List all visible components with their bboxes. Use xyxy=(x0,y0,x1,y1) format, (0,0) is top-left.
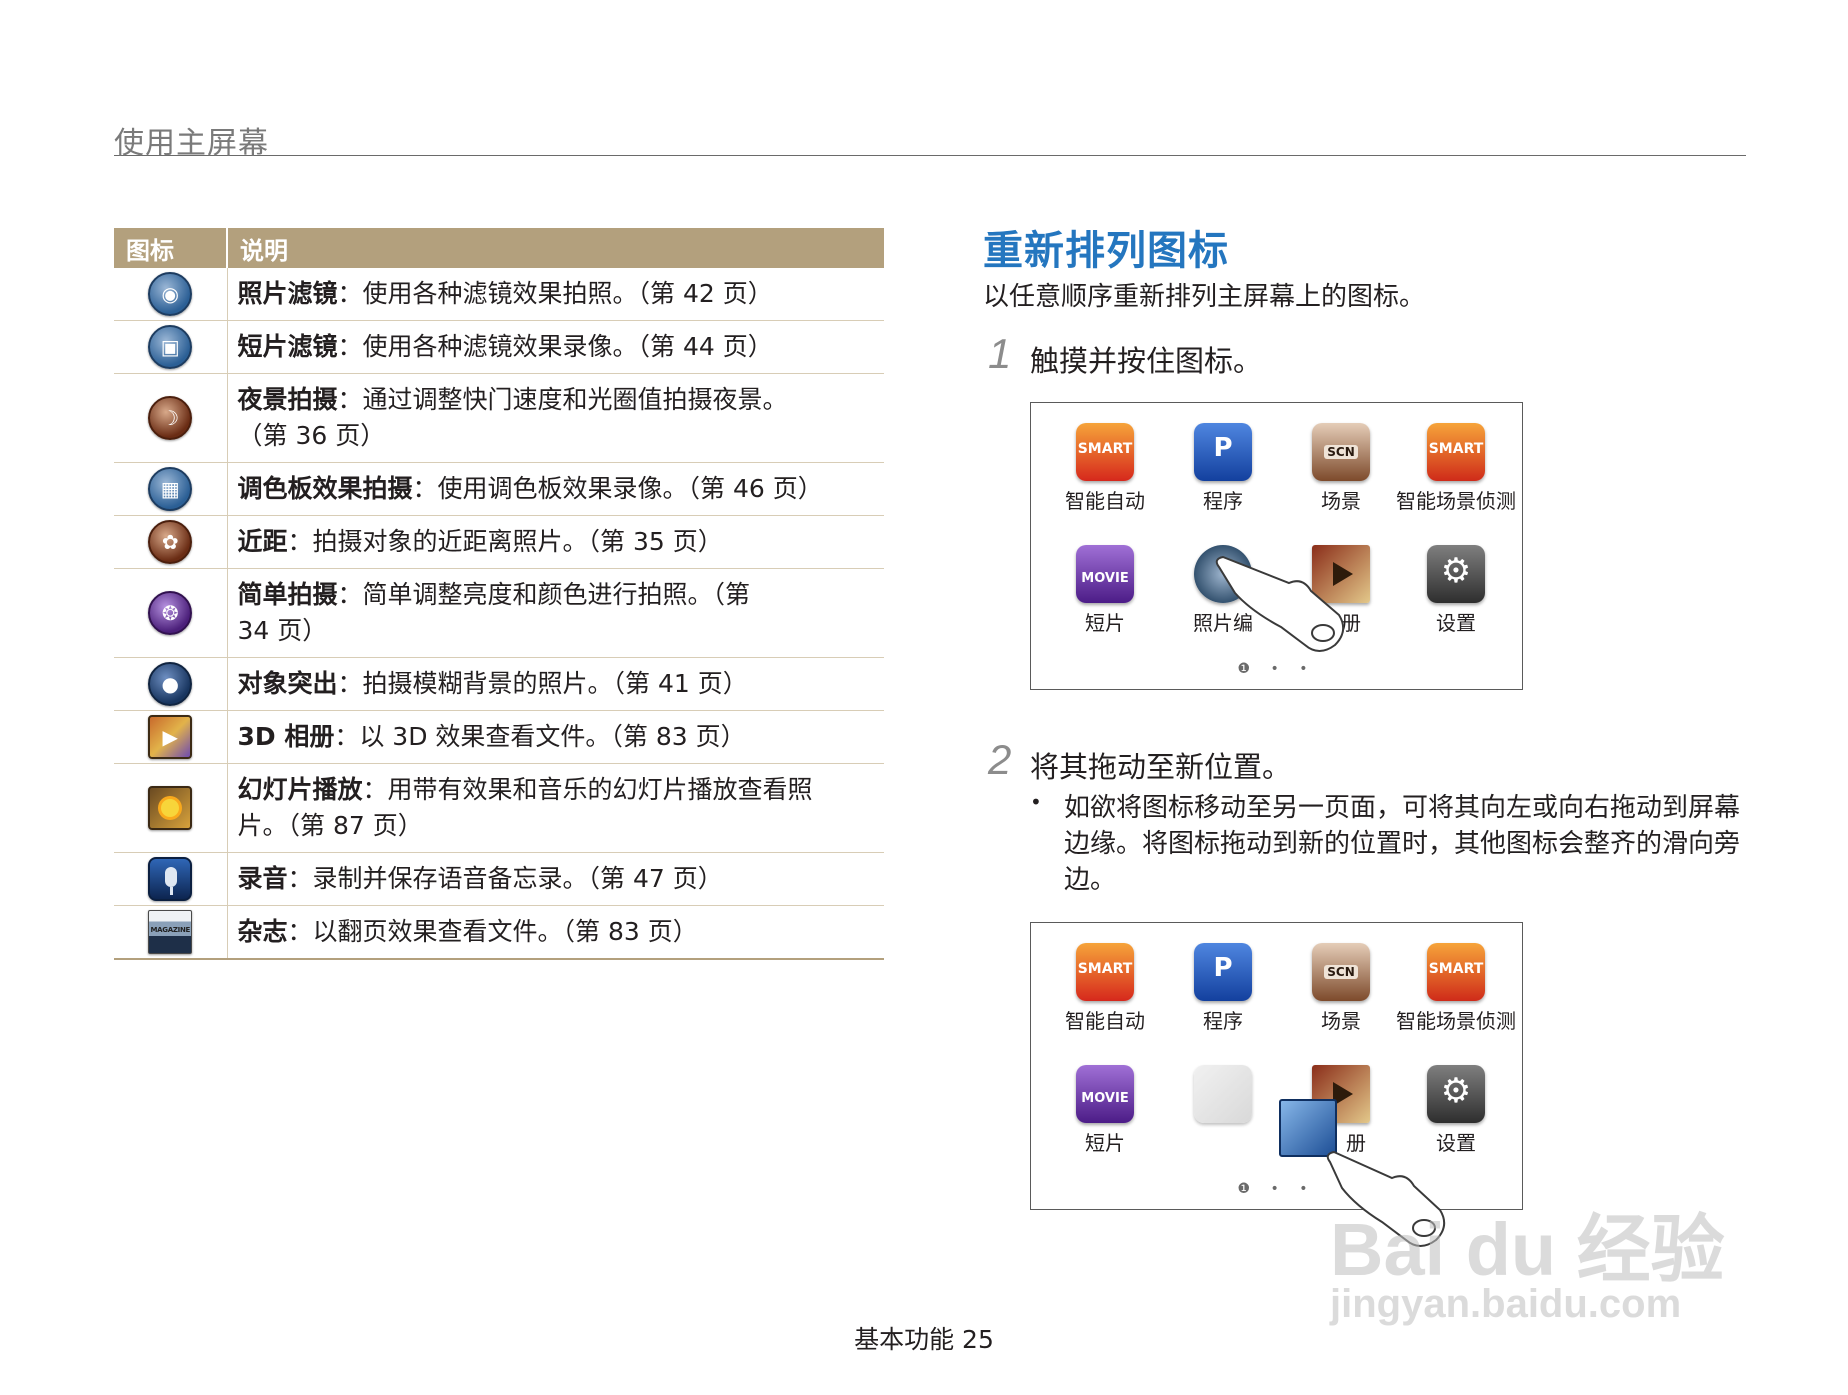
easy-shot-icon: ❂ xyxy=(148,591,193,635)
table-header-row: 图标 说明 xyxy=(114,228,884,268)
row-name: 调色板效果拍摄 xyxy=(237,474,413,503)
app-smart-scene[interactable]: SMART 智能场景侦测 xyxy=(1396,423,1516,514)
palette-effect-icon: ▦ xyxy=(148,467,193,511)
table-row: ● 对象突出：拍摄模糊背景的照片。（第 41 页） xyxy=(114,657,884,711)
row-name: 幻灯片播放 xyxy=(237,775,363,804)
row-name: 照片滤镜 xyxy=(237,279,338,308)
smart-scene-icon: SMART xyxy=(1427,943,1485,1001)
app-settings[interactable]: ⚙ 设置 xyxy=(1396,545,1516,636)
3d-album-icon: ▶ xyxy=(148,715,193,759)
home-screen-step-1: SMART 智能自动 P 程序 SCN 场景 SMART 智能场景侦测 MOVI… xyxy=(1030,402,1523,690)
row-desc: ：拍摄对象的近距离照片。（第 35 页） xyxy=(287,527,723,556)
row-name: 夜景拍摄 xyxy=(237,385,338,414)
section-intro: 以任意顺序重新排列主屏幕上的图标。 xyxy=(983,282,1426,312)
row-desc: ：使用各种滤镜效果拍照。（第 42 页） xyxy=(337,279,773,308)
row-name: 近距 xyxy=(237,527,288,556)
table-row: 幻灯片播放：用带有效果和音乐的幻灯片播放查看照片。（第 87 页） xyxy=(114,763,884,853)
page-header: 使用主屏幕 xyxy=(114,118,1746,161)
table-row: 录音：录制并保存语音备忘录。（第 47 页） xyxy=(114,852,884,906)
table-row: ◉ 照片滤镜：使用各种滤镜效果拍照。（第 42 页） xyxy=(114,268,884,321)
bullet-marker: • xyxy=(1030,790,1042,814)
app-smart-auto[interactable]: SMART 智能自动 xyxy=(1045,423,1165,514)
app-program[interactable]: P 程序 xyxy=(1163,943,1283,1034)
table-row: MAGAZINE 杂志：以翻页效果查看文件。（第 83 页） xyxy=(114,905,884,960)
section-title: 重新排列图标 xyxy=(983,228,1229,274)
settings-icon: ⚙ xyxy=(1427,1065,1485,1123)
row-name: 对象突出 xyxy=(237,669,338,698)
touch-hand-icon xyxy=(1215,555,1345,652)
row-desc: ：以 3D 效果查看文件。（第 83 页） xyxy=(334,722,746,751)
row-name: 录音 xyxy=(237,864,288,893)
row-name: 杂志 xyxy=(237,917,288,946)
column-header-description: 说明 xyxy=(227,228,884,268)
row-desc: ：使用调色板效果录像。（第 46 页） xyxy=(412,474,823,503)
movie-filter-icon: ▣ xyxy=(148,325,193,369)
scene-icon: SCN xyxy=(1312,423,1370,481)
row-name: 短片滤镜 xyxy=(237,332,338,361)
program-icon: P xyxy=(1194,943,1252,1001)
table-row: ✿ 近距：拍摄对象的近距离照片。（第 35 页） xyxy=(114,515,884,569)
table-row: ▣ 短片滤镜：使用各种滤镜效果录像。（第 44 页） xyxy=(114,320,884,374)
row-desc: ：使用各种滤镜效果录像。（第 44 页） xyxy=(337,332,773,361)
app-scene[interactable]: SCN 场景 xyxy=(1281,423,1401,514)
app-scene[interactable]: SCN 场景 xyxy=(1281,943,1401,1034)
table-row: ▶ 3D 相册：以 3D 效果查看文件。（第 83 页） xyxy=(114,710,884,764)
movie-icon: MOVIE xyxy=(1076,545,1134,603)
table-row: ☽ 夜景拍摄：通过调整快门速度和光圈值拍摄夜景。（第 36 页） xyxy=(114,373,884,463)
close-up-icon: ✿ xyxy=(148,520,193,564)
app-movie[interactable]: MOVIE 短片 xyxy=(1045,1065,1165,1156)
scene-icon: SCN xyxy=(1312,943,1370,1001)
magazine-icon: MAGAZINE xyxy=(148,910,193,954)
step-2-text: 将其拖动至新位置。 xyxy=(1030,750,1292,784)
icon-table: 图标 说明 ◉ 照片滤镜：使用各种滤镜效果拍照。（第 42 页） ▣ 短片滤镜：… xyxy=(114,228,884,960)
app-empty-slot xyxy=(1163,1065,1283,1123)
smart-auto-icon: SMART xyxy=(1076,943,1134,1001)
app-smart-auto[interactable]: SMART 智能自动 xyxy=(1045,943,1165,1034)
page-indicator: ❶ • • xyxy=(1237,661,1316,677)
voice-record-icon xyxy=(148,857,193,901)
row-name: 简单拍摄 xyxy=(237,580,338,609)
photo-filter-icon: ◉ xyxy=(148,272,193,316)
night-shot-icon: ☽ xyxy=(148,396,193,440)
column-header-icon: 图标 xyxy=(114,228,228,268)
row-desc: ：拍摄模糊背景的照片。（第 41 页） xyxy=(337,669,748,698)
row-desc: ：录制并保存语音备忘录。（第 47 页） xyxy=(287,864,723,893)
app-movie[interactable]: MOVIE 短片 xyxy=(1045,545,1165,636)
faded-slot-icon xyxy=(1194,1065,1252,1123)
app-smart-scene[interactable]: SMART 智能场景侦测 xyxy=(1396,943,1516,1034)
table-row: ❂ 简单拍摄：简单调整亮度和颜色进行拍照。（第 34 页） xyxy=(114,568,884,658)
table-row: ▦ 调色板效果拍摄：使用调色板效果录像。（第 46 页） xyxy=(114,462,884,516)
watermark-brand: Bai du 经验 xyxy=(1330,1208,1725,1291)
row-desc: ：以翻页效果查看文件。（第 83 页） xyxy=(287,917,698,946)
step-2-number: 2 xyxy=(988,736,1012,783)
object-highlight-icon: ● xyxy=(148,662,193,706)
settings-icon: ⚙ xyxy=(1427,545,1485,603)
movie-icon: MOVIE xyxy=(1076,1065,1134,1123)
page-title: 使用主屏幕 xyxy=(114,126,269,161)
step-1-text: 触摸并按住图标。 xyxy=(1030,344,1263,378)
app-program[interactable]: P 程序 xyxy=(1163,423,1283,514)
row-name: 3D 相册 xyxy=(237,722,335,751)
smart-scene-icon: SMART xyxy=(1427,423,1485,481)
smart-auto-icon: SMART xyxy=(1076,423,1134,481)
watermark-url: jingyan.baidu.com xyxy=(1330,1282,1682,1326)
program-icon: P xyxy=(1194,423,1252,481)
bullet-text: 如欲将图标移动至另一页面，可将其向左或向右拖动到屏幕边缘。将图标拖动到新的位置时… xyxy=(1064,793,1741,895)
slideshow-icon xyxy=(148,786,193,830)
step-1-number: 1 xyxy=(988,330,1012,377)
app-settings[interactable]: ⚙ 设置 xyxy=(1396,1065,1516,1156)
